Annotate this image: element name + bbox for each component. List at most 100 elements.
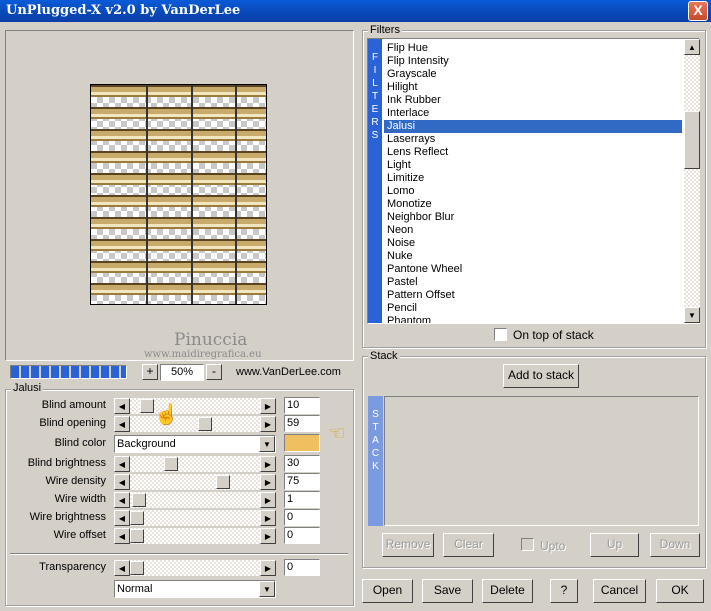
filter-list[interactable]: F I L T E R S Flip Hue Flip Intensity Gray… [367,38,700,324]
help-button[interactable]: ? [550,579,578,603]
slider-left-arrow-icon[interactable]: ◀ [114,528,130,544]
slider-right-arrow-icon[interactable]: ▶ [260,492,276,508]
filter-item[interactable]: Neon [384,224,682,237]
slider-thumb[interactable] [130,561,144,575]
slider-right-arrow-icon[interactable]: ▶ [260,560,276,576]
slider-thumb[interactable] [198,417,212,431]
chevron-down-icon[interactable]: ▼ [259,436,275,452]
wire-density-slider[interactable]: ◀ ▶ [114,474,276,490]
upto-checkbox[interactable] [521,538,534,551]
transparency-slider[interactable]: ◀ ▶ [114,560,276,576]
chevron-down-icon[interactable]: ▼ [259,581,275,597]
scroll-thumb[interactable] [684,111,700,169]
vanderlee-link[interactable]: www.VanDerLee.com [236,366,341,378]
filter-item[interactable]: Pantone Wheel [384,263,682,276]
slider-track[interactable] [130,492,260,508]
slider-track[interactable] [130,560,260,576]
transparency-value[interactable]: 0 [284,559,320,576]
blind-opening-value[interactable]: 59 [284,415,320,432]
slider-left-arrow-icon[interactable]: ◀ [114,398,130,414]
scroll-up-icon[interactable]: ▲ [684,39,700,55]
slider-right-arrow-icon[interactable]: ▶ [260,474,276,490]
slider-thumb[interactable] [140,399,154,413]
blind-brightness-value[interactable]: 30 [284,455,320,472]
filter-item[interactable]: Light [384,159,682,172]
blind-amount-slider[interactable]: ◀ ▶ [114,398,276,414]
blind-opening-slider[interactable]: ◀ ▶ [114,416,276,432]
slider-track[interactable] [130,474,260,490]
blind-color-select[interactable]: Background ▼ [114,435,276,453]
filter-item[interactable]: Noise [384,237,682,250]
delete-button[interactable]: Delete [482,579,533,603]
slider-left-arrow-icon[interactable]: ◀ [114,416,130,432]
wire-offset-slider[interactable]: ◀ ▶ [114,528,276,544]
open-button[interactable]: Open [362,579,413,603]
cancel-button[interactable]: Cancel [593,579,646,603]
slider-thumb[interactable] [132,493,146,507]
slider-thumb[interactable] [216,475,230,489]
wire-brightness-slider[interactable]: ◀ ▶ [114,510,276,526]
save-button[interactable]: Save [422,579,473,603]
add-to-stack-button[interactable]: Add to stack [503,364,579,388]
filter-item[interactable]: Jalusi [384,120,682,133]
filter-item[interactable]: Limitize [384,172,682,185]
stack-list[interactable] [384,396,699,526]
filter-item[interactable]: Flip Intensity [384,55,682,68]
blind-brightness-slider[interactable]: ◀ ▶ [114,456,276,472]
filter-item[interactable]: Grayscale [384,68,682,81]
filter-item[interactable]: Lomo [384,185,682,198]
strip-letter: S [372,409,379,420]
filter-item[interactable]: Laserrays [384,133,682,146]
slider-track[interactable] [130,510,260,526]
blind-amount-value[interactable]: 10 [284,397,320,414]
filter-item[interactable]: Neighbor Blur [384,211,682,224]
on-top-checkbox[interactable] [494,328,507,341]
slider-left-arrow-icon[interactable]: ◀ [114,456,130,472]
scroll-down-icon[interactable]: ▼ [684,307,700,323]
filter-item[interactable]: Monotize [384,198,682,211]
filter-item[interactable]: Pencil [384,302,682,315]
wire-width-slider[interactable]: ◀ ▶ [114,492,276,508]
filter-item[interactable]: Lens Reflect [384,146,682,159]
slider-track[interactable] [130,416,260,432]
wire-brightness-value[interactable]: 0 [284,509,320,526]
slider-thumb[interactable] [130,511,144,525]
filter-scrollbar[interactable]: ▲ ▼ [684,39,700,323]
slider-track[interactable] [130,528,260,544]
slider-right-arrow-icon[interactable]: ▶ [260,416,276,432]
blend-mode-select[interactable]: Normal ▼ [114,580,276,598]
clear-button[interactable]: Clear [443,533,494,557]
filter-item[interactable]: Ink Rubber [384,94,682,107]
wire-density-value[interactable]: 75 [284,473,320,490]
filter-item[interactable]: Pastel [384,276,682,289]
wire-width-value[interactable]: 1 [284,491,320,508]
filter-item[interactable]: Phantom [384,315,682,323]
slider-right-arrow-icon[interactable]: ▶ [260,510,276,526]
slider-left-arrow-icon[interactable]: ◀ [114,474,130,490]
wire-offset-value[interactable]: 0 [284,527,320,544]
filter-item[interactable]: Nuke [384,250,682,263]
down-button[interactable]: Down [650,533,700,557]
slider-left-arrow-icon[interactable]: ◀ [114,492,130,508]
slider-left-arrow-icon[interactable]: ◀ [114,510,130,526]
up-button[interactable]: Up [590,533,639,557]
zoom-in-button[interactable]: + [142,364,158,380]
slider-right-arrow-icon[interactable]: ▶ [260,456,276,472]
close-button[interactable]: X [688,1,708,21]
filter-item[interactable]: Interlace [384,107,682,120]
zoom-out-button[interactable]: - [206,364,222,380]
ok-button[interactable]: OK [656,579,704,603]
filter-item[interactable]: Pattern Offset [384,289,682,302]
slider-thumb[interactable] [164,457,178,471]
slider-right-arrow-icon[interactable]: ▶ [260,398,276,414]
transparency-label: Transparency [39,561,106,573]
remove-button[interactable]: Remove [382,533,434,557]
slider-right-arrow-icon[interactable]: ▶ [260,528,276,544]
filter-item[interactable]: Flip Hue [384,42,682,55]
slider-left-arrow-icon[interactable]: ◀ [114,560,130,576]
slider-track[interactable] [130,456,260,472]
filter-item[interactable]: Hilight [384,81,682,94]
slider-thumb[interactable] [130,529,144,543]
blind-color-swatch[interactable] [284,434,320,452]
strip-letter: K [372,461,379,472]
